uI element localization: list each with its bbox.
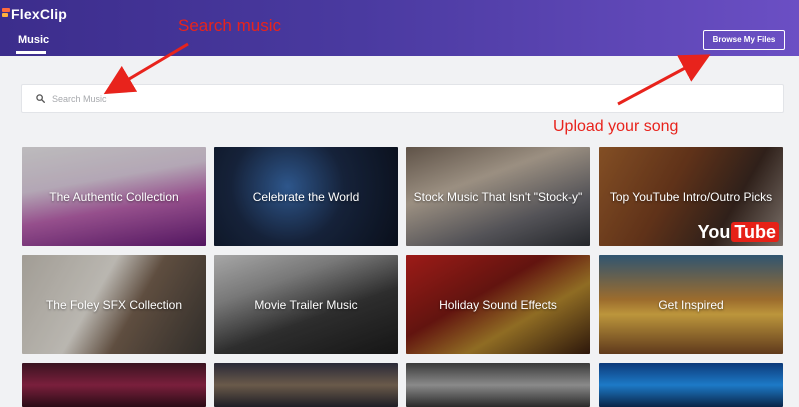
- arrow-to-browse: [617, 54, 711, 106]
- annotation-arrows: [103, 42, 711, 106]
- arrow-to-search: [103, 42, 189, 95]
